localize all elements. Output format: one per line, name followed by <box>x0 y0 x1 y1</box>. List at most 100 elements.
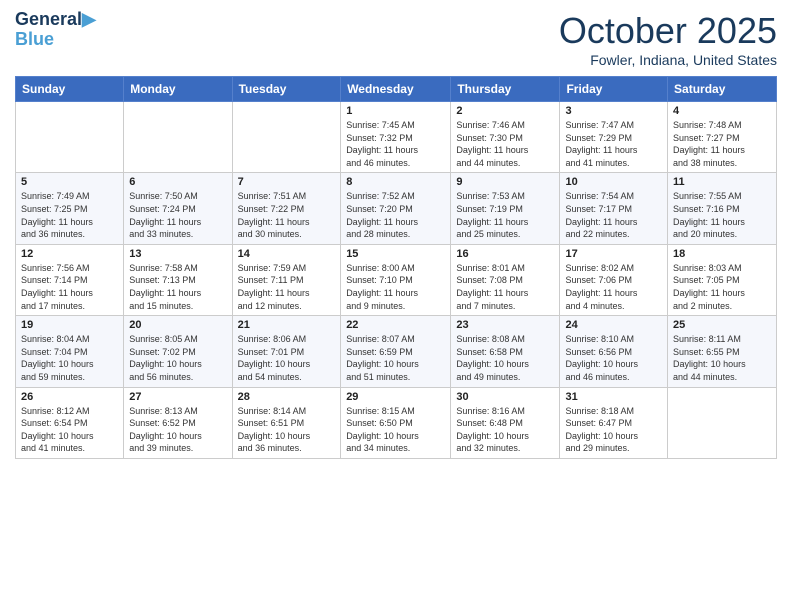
calendar-cell: 24 Sunrise: 8:10 AM Sunset: 6:56 PM Dayli… <box>560 316 668 387</box>
calendar-cell <box>232 102 341 173</box>
calendar-cell: 1 Sunrise: 7:45 AM Sunset: 7:32 PM Daylig… <box>341 102 451 173</box>
day-info: Sunrise: 8:10 AM Sunset: 6:56 PM Dayligh… <box>565 333 662 383</box>
logo: General▶ Blue <box>15 10 96 50</box>
calendar-cell: 16 Sunrise: 8:01 AM Sunset: 7:08 PM Dayli… <box>451 244 560 315</box>
day-info: Sunrise: 7:49 AM Sunset: 7:25 PM Dayligh… <box>21 190 118 240</box>
calendar-cell: 21 Sunrise: 8:06 AM Sunset: 7:01 PM Dayli… <box>232 316 341 387</box>
calendar-cell: 18 Sunrise: 8:03 AM Sunset: 7:05 PM Dayli… <box>668 244 777 315</box>
day-info: Sunrise: 8:00 AM Sunset: 7:10 PM Dayligh… <box>346 262 445 312</box>
day-number: 9 <box>456 176 554 188</box>
day-info: Sunrise: 7:52 AM Sunset: 7:20 PM Dayligh… <box>346 190 445 240</box>
day-number: 5 <box>21 176 118 188</box>
calendar: Sunday Monday Tuesday Wednesday Thursday… <box>15 76 777 459</box>
calendar-week-5: 26 Sunrise: 8:12 AM Sunset: 6:54 PM Dayli… <box>16 387 777 458</box>
calendar-cell: 22Sunrise: 8:07 AM Sunset: 6:59 PM Dayli… <box>341 316 451 387</box>
day-info: Sunrise: 8:13 AM Sunset: 6:52 PM Dayligh… <box>129 405 226 455</box>
calendar-cell: 12 Sunrise: 7:56 AM Sunset: 7:14 PM Dayli… <box>16 244 124 315</box>
day-number: 20 <box>129 319 226 331</box>
day-info: Sunrise: 8:12 AM Sunset: 6:54 PM Dayligh… <box>21 405 118 455</box>
day-number: 11 <box>673 176 771 188</box>
day-number: 26 <box>21 391 118 403</box>
calendar-cell: 11 Sunrise: 7:55 AM Sunset: 7:16 PM Dayli… <box>668 173 777 244</box>
day-number: 19 <box>21 319 118 331</box>
location-title: Fowler, Indiana, United States <box>559 52 777 68</box>
day-number: 29 <box>346 391 445 403</box>
day-info: Sunrise: 7:46 AM Sunset: 7:30 PM Dayligh… <box>456 119 554 169</box>
day-info: Sunrise: 8:16 AM Sunset: 6:48 PM Dayligh… <box>456 405 554 455</box>
month-title: October 2025 <box>559 10 777 52</box>
calendar-cell: 4 Sunrise: 7:48 AM Sunset: 7:27 PM Daylig… <box>668 102 777 173</box>
day-number: 22 <box>346 319 445 331</box>
calendar-cell <box>668 387 777 458</box>
calendar-cell: 29 Sunrise: 8:15 AM Sunset: 6:50 PM Dayli… <box>341 387 451 458</box>
title-block: October 2025 Fowler, Indiana, United Sta… <box>559 10 777 68</box>
calendar-cell: 23 Sunrise: 8:08 AM Sunset: 6:58 PM Dayli… <box>451 316 560 387</box>
calendar-cell: 31Sunrise: 8:18 AM Sunset: 6:47 PM Dayli… <box>560 387 668 458</box>
calendar-cell: 26 Sunrise: 8:12 AM Sunset: 6:54 PM Dayli… <box>16 387 124 458</box>
calendar-cell: 14Sunrise: 7:59 AM Sunset: 7:11 PM Dayli… <box>232 244 341 315</box>
day-info: Sunrise: 7:55 AM Sunset: 7:16 PM Dayligh… <box>673 190 771 240</box>
calendar-cell: 25 Sunrise: 8:11 AM Sunset: 6:55 PM Dayli… <box>668 316 777 387</box>
calendar-cell: 3Sunrise: 7:47 AM Sunset: 7:29 PM Daylig… <box>560 102 668 173</box>
day-number: 18 <box>673 248 771 260</box>
day-info: Sunrise: 8:08 AM Sunset: 6:58 PM Dayligh… <box>456 333 554 383</box>
calendar-cell: 5 Sunrise: 7:49 AM Sunset: 7:25 PM Daylig… <box>16 173 124 244</box>
day-info: Sunrise: 8:01 AM Sunset: 7:08 PM Dayligh… <box>456 262 554 312</box>
day-number: 2 <box>456 105 554 117</box>
calendar-cell: 27 Sunrise: 8:13 AM Sunset: 6:52 PM Dayli… <box>124 387 232 458</box>
day-info: Sunrise: 7:48 AM Sunset: 7:27 PM Dayligh… <box>673 119 771 169</box>
day-number: 24 <box>565 319 662 331</box>
calendar-week-4: 19 Sunrise: 8:04 AM Sunset: 7:04 PM Dayli… <box>16 316 777 387</box>
day-number: 23 <box>456 319 554 331</box>
day-info: Sunrise: 8:11 AM Sunset: 6:55 PM Dayligh… <box>673 333 771 383</box>
day-info: Sunrise: 8:02 AM Sunset: 7:06 PM Dayligh… <box>565 262 662 312</box>
col-friday: Friday <box>560 77 668 102</box>
day-number: 10 <box>565 176 662 188</box>
day-number: 4 <box>673 105 771 117</box>
calendar-header-row: Sunday Monday Tuesday Wednesday Thursday… <box>16 77 777 102</box>
calendar-cell: 30 Sunrise: 8:16 AM Sunset: 6:48 PM Dayli… <box>451 387 560 458</box>
day-number: 28 <box>238 391 336 403</box>
day-number: 12 <box>21 248 118 260</box>
day-number: 30 <box>456 391 554 403</box>
day-info: Sunrise: 7:58 AM Sunset: 7:13 PM Dayligh… <box>129 262 226 312</box>
calendar-cell <box>124 102 232 173</box>
calendar-cell: 2 Sunrise: 7:46 AM Sunset: 7:30 PM Daylig… <box>451 102 560 173</box>
day-number: 13 <box>129 248 226 260</box>
day-number: 15 <box>346 248 445 260</box>
day-number: 6 <box>129 176 226 188</box>
day-number: 21 <box>238 319 336 331</box>
calendar-cell: 9 Sunrise: 7:53 AM Sunset: 7:19 PM Daylig… <box>451 173 560 244</box>
calendar-cell: 7 Sunrise: 7:51 AM Sunset: 7:22 PM Daylig… <box>232 173 341 244</box>
day-number: 25 <box>673 319 771 331</box>
col-wednesday: Wednesday <box>341 77 451 102</box>
day-number: 27 <box>129 391 226 403</box>
day-number: 7 <box>238 176 336 188</box>
day-info: Sunrise: 7:45 AM Sunset: 7:32 PM Dayligh… <box>346 119 445 169</box>
day-info: Sunrise: 7:51 AM Sunset: 7:22 PM Dayligh… <box>238 190 336 240</box>
day-info: Sunrise: 8:06 AM Sunset: 7:01 PM Dayligh… <box>238 333 336 383</box>
day-number: 16 <box>456 248 554 260</box>
calendar-cell: 20 Sunrise: 8:05 AM Sunset: 7:02 PM Dayli… <box>124 316 232 387</box>
calendar-week-2: 5 Sunrise: 7:49 AM Sunset: 7:25 PM Daylig… <box>16 173 777 244</box>
col-sunday: Sunday <box>16 77 124 102</box>
day-number: 1 <box>346 105 445 117</box>
calendar-cell: 28 Sunrise: 8:14 AM Sunset: 6:51 PM Dayli… <box>232 387 341 458</box>
day-info: Sunrise: 8:04 AM Sunset: 7:04 PM Dayligh… <box>21 333 118 383</box>
col-tuesday: Tuesday <box>232 77 341 102</box>
day-info: Sunrise: 8:03 AM Sunset: 7:05 PM Dayligh… <box>673 262 771 312</box>
calendar-cell: 13 Sunrise: 7:58 AM Sunset: 7:13 PM Dayli… <box>124 244 232 315</box>
day-info: Sunrise: 8:15 AM Sunset: 6:50 PM Dayligh… <box>346 405 445 455</box>
day-info: Sunrise: 7:50 AM Sunset: 7:24 PM Dayligh… <box>129 190 226 240</box>
calendar-cell <box>16 102 124 173</box>
calendar-week-1: 1 Sunrise: 7:45 AM Sunset: 7:32 PM Daylig… <box>16 102 777 173</box>
col-monday: Monday <box>124 77 232 102</box>
page: General▶ Blue October 2025 Fowler, India… <box>0 0 792 612</box>
day-number: 14 <box>238 248 336 260</box>
day-number: 3 <box>565 105 662 117</box>
day-info: Sunrise: 7:56 AM Sunset: 7:14 PM Dayligh… <box>21 262 118 312</box>
day-info: Sunrise: 7:53 AM Sunset: 7:19 PM Dayligh… <box>456 190 554 240</box>
logo-text: General▶ <box>15 10 96 30</box>
day-info: Sunrise: 8:05 AM Sunset: 7:02 PM Dayligh… <box>129 333 226 383</box>
day-info: Sunrise: 8:14 AM Sunset: 6:51 PM Dayligh… <box>238 405 336 455</box>
